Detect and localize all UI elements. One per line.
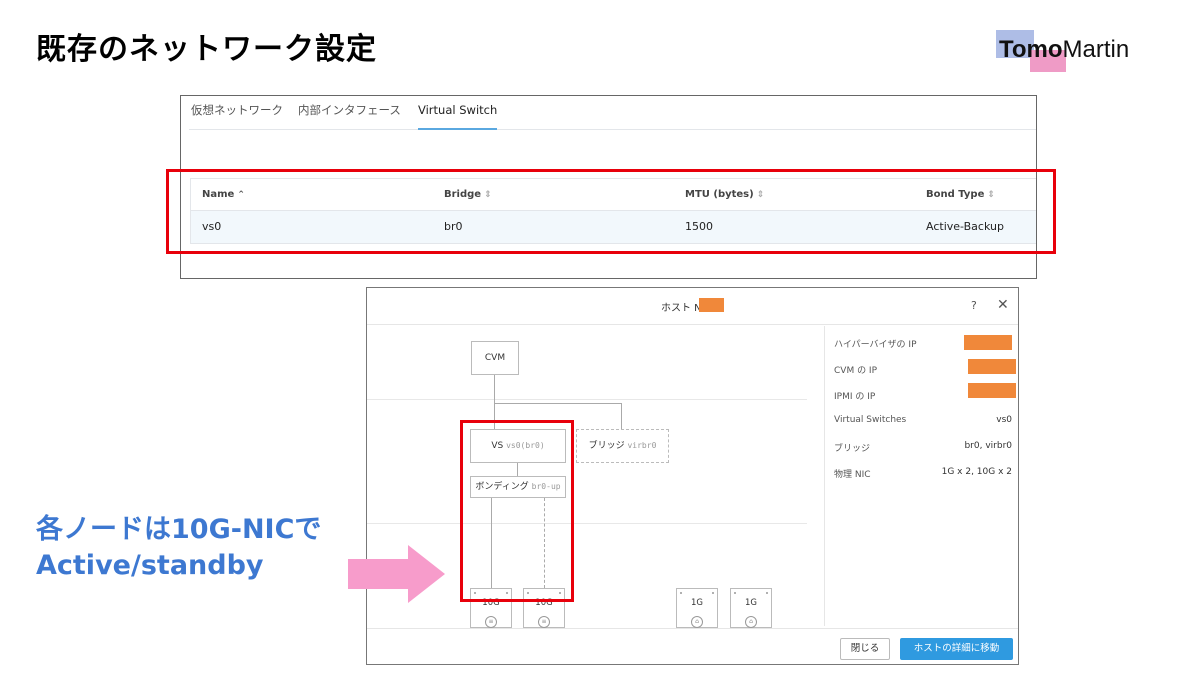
ethernet-port-icon: ⌂ <box>691 616 703 628</box>
info-row-bridges: ブリッジ br0, virbr0 <box>834 441 1012 455</box>
redacted-ip <box>968 359 1016 374</box>
slide-title: 既存のネットワーク設定 <box>36 32 377 67</box>
logo-part1: Tomo <box>999 36 1063 63</box>
info-row-cvm-ip: CVM の IP <box>834 359 1016 377</box>
nic-1g-2[interactable]: 1G ⌂ <box>730 588 772 628</box>
info-value: vs0 <box>996 415 1012 425</box>
redacted-ip <box>964 335 1012 350</box>
tomomartin-logo: TomoMartin <box>996 30 1151 74</box>
cvm-node[interactable]: CVM <box>471 341 519 375</box>
highlight-box-table <box>166 169 1056 254</box>
connector-line <box>494 403 622 404</box>
tab-internal-interface[interactable]: 内部インタフェース <box>298 102 401 130</box>
nic-corner-dot <box>712 592 714 594</box>
dialog-header: ホスト NX ? ✕ <box>367 288 1018 325</box>
highlight-box-bonding <box>460 420 574 602</box>
nic-corner-dot <box>680 592 682 594</box>
dialog-footer: 閉じる ホストの詳細に移動 <box>367 628 1018 664</box>
info-key: ハイパーバイザの IP <box>834 340 917 350</box>
info-row-virtual-switches: Virtual Switches vs0 <box>834 415 1012 429</box>
ethernet-port-icon: ⌂ <box>745 616 757 628</box>
info-row-physical-nic: 物理 NIC 1G x 2, 10G x 2 <box>834 467 1012 481</box>
tab-virtual-network[interactable]: 仮想ネットワーク <box>191 102 283 130</box>
redacted-hostname <box>699 298 724 312</box>
arrow-shape <box>348 545 445 603</box>
ethernet-port-icon: ≡ <box>485 616 497 628</box>
nic-corner-dot <box>734 592 736 594</box>
callout-line2: Active/standby <box>36 550 264 581</box>
info-key: 物理 NIC <box>834 470 871 480</box>
info-row-ipmi-ip: IPMI の IP <box>834 383 1016 403</box>
info-key: ブリッジ <box>834 444 871 454</box>
ethernet-port-icon: ≡ <box>538 616 550 628</box>
info-key: Virtual Switches <box>834 415 907 425</box>
diagram-divider <box>367 523 807 524</box>
network-tabs: 仮想ネットワーク 内部インタフェース Virtual Switch <box>189 102 1036 130</box>
callout-line1: 各ノードは10G-NICで <box>36 514 322 545</box>
logo-wordmark: TomoMartin <box>999 36 1129 64</box>
bridge-node[interactable]: ブリッジ virbr0 <box>576 429 669 463</box>
help-icon[interactable]: ? <box>971 299 977 312</box>
logo-part2: Martin <box>1062 36 1130 63</box>
info-value: br0, virbr0 <box>964 441 1012 451</box>
bridge-label: ブリッジ <box>588 441 625 451</box>
nic-corner-dot <box>766 592 768 594</box>
nic-label: 1G <box>691 598 703 608</box>
info-row-hypervisor-ip: ハイパーバイザの IP <box>834 335 1012 351</box>
info-key: CVM の IP <box>834 366 878 376</box>
info-key: IPMI の IP <box>834 392 876 402</box>
go-to-host-details-button[interactable]: ホストの詳細に移動 <box>900 638 1013 660</box>
close-icon[interactable]: ✕ <box>997 297 1009 313</box>
close-button[interactable]: 閉じる <box>840 638 890 660</box>
redacted-ip <box>968 383 1016 398</box>
nic-1g-1[interactable]: 1G ⌂ <box>676 588 718 628</box>
bridge-sub: virbr0 <box>627 441 657 450</box>
host-info-panel: ハイパーバイザの IP CVM の IP IPMI の IP Virtual S… <box>826 326 1018 626</box>
diagram-divider <box>367 399 807 400</box>
nic-label: 1G <box>745 598 757 608</box>
info-value: 1G x 2, 10G x 2 <box>941 467 1012 477</box>
callout-text: 各ノードは10G-NICで Active/standby <box>36 512 321 584</box>
connector-line <box>621 403 622 429</box>
tab-virtual-switch[interactable]: Virtual Switch <box>418 102 498 130</box>
pink-arrow-icon <box>348 545 445 603</box>
